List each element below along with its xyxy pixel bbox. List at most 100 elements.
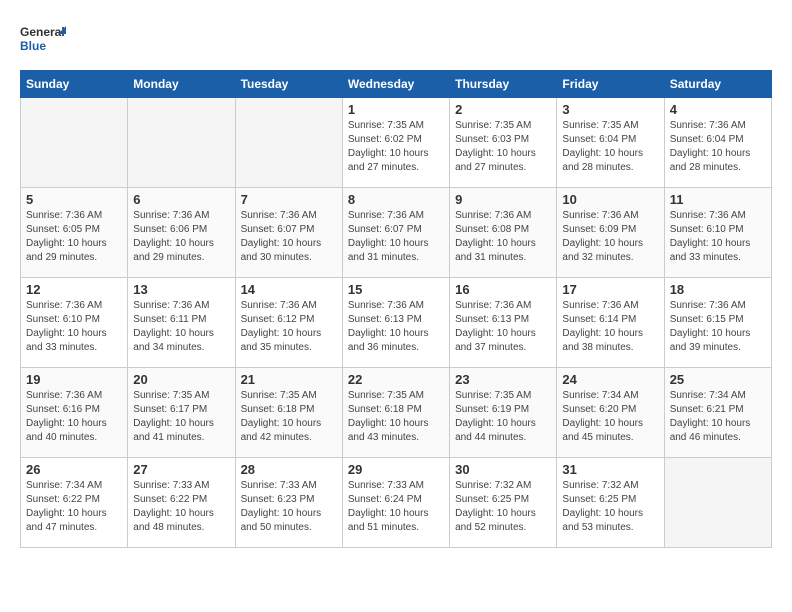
day-info: Sunrise: 7:35 AM Sunset: 6:17 PM Dayligh… [133, 389, 229, 445]
day-header-saturday: Saturday [664, 71, 771, 98]
day-cell: 23 Sunrise: 7:35 AM Sunset: 6:19 PM Dayli… [450, 368, 557, 458]
day-info: Sunrise: 7:36 AM Sunset: 6:15 PM Dayligh… [670, 299, 766, 355]
day-number: 23 [455, 372, 551, 387]
day-cell: 31 Sunrise: 7:32 AM Sunset: 6:25 PM Dayli… [557, 458, 664, 548]
day-number: 12 [26, 282, 122, 297]
day-info: Sunrise: 7:36 AM Sunset: 6:07 PM Dayligh… [241, 209, 337, 265]
logo: General Blue [20, 20, 70, 60]
header-row: SundayMondayTuesdayWednesdayThursdayFrid… [21, 71, 772, 98]
day-info: Sunrise: 7:32 AM Sunset: 6:25 PM Dayligh… [455, 479, 551, 535]
day-cell: 7 Sunrise: 7:36 AM Sunset: 6:07 PM Daylig… [235, 188, 342, 278]
week-row-3: 12 Sunrise: 7:36 AM Sunset: 6:10 PM Dayli… [21, 278, 772, 368]
day-cell [235, 98, 342, 188]
day-number: 1 [348, 102, 444, 117]
day-cell [128, 98, 235, 188]
day-info: Sunrise: 7:36 AM Sunset: 6:10 PM Dayligh… [26, 299, 122, 355]
day-number: 20 [133, 372, 229, 387]
day-number: 5 [26, 192, 122, 207]
day-number: 10 [562, 192, 658, 207]
day-number: 25 [670, 372, 766, 387]
day-info: Sunrise: 7:36 AM Sunset: 6:07 PM Dayligh… [348, 209, 444, 265]
day-number: 17 [562, 282, 658, 297]
logo-svg: General Blue [20, 20, 70, 60]
day-header-tuesday: Tuesday [235, 71, 342, 98]
day-number: 21 [241, 372, 337, 387]
week-row-5: 26 Sunrise: 7:34 AM Sunset: 6:22 PM Dayli… [21, 458, 772, 548]
day-number: 6 [133, 192, 229, 207]
day-info: Sunrise: 7:34 AM Sunset: 6:22 PM Dayligh… [26, 479, 122, 535]
day-info: Sunrise: 7:33 AM Sunset: 6:22 PM Dayligh… [133, 479, 229, 535]
week-row-2: 5 Sunrise: 7:36 AM Sunset: 6:05 PM Daylig… [21, 188, 772, 278]
day-cell: 10Sunrise: 7:36 AM Sunset: 6:09 PM Dayli… [557, 188, 664, 278]
day-cell: 28Sunrise: 7:33 AM Sunset: 6:23 PM Dayli… [235, 458, 342, 548]
day-info: Sunrise: 7:36 AM Sunset: 6:08 PM Dayligh… [455, 209, 551, 265]
calendar-table: SundayMondayTuesdayWednesdayThursdayFrid… [20, 70, 772, 548]
day-info: Sunrise: 7:36 AM Sunset: 6:14 PM Dayligh… [562, 299, 658, 355]
day-info: Sunrise: 7:33 AM Sunset: 6:24 PM Dayligh… [348, 479, 444, 535]
day-cell: 20 Sunrise: 7:35 AM Sunset: 6:17 PM Dayli… [128, 368, 235, 458]
day-number: 27 [133, 462, 229, 477]
day-number: 9 [455, 192, 551, 207]
day-number: 13 [133, 282, 229, 297]
day-cell: 5 Sunrise: 7:36 AM Sunset: 6:05 PM Daylig… [21, 188, 128, 278]
day-cell: 27 Sunrise: 7:33 AM Sunset: 6:22 PM Dayli… [128, 458, 235, 548]
day-number: 24 [562, 372, 658, 387]
day-info: Sunrise: 7:36 AM Sunset: 6:04 PM Dayligh… [670, 119, 766, 175]
day-info: Sunrise: 7:36 AM Sunset: 6:06 PM Dayligh… [133, 209, 229, 265]
day-info: Sunrise: 7:34 AM Sunset: 6:20 PM Dayligh… [562, 389, 658, 445]
day-number: 3 [562, 102, 658, 117]
day-cell: 19 Sunrise: 7:36 AM Sunset: 6:16 PM Dayli… [21, 368, 128, 458]
day-info: Sunrise: 7:32 AM Sunset: 6:25 PM Dayligh… [562, 479, 658, 535]
day-cell: 30 Sunrise: 7:32 AM Sunset: 6:25 PM Dayli… [450, 458, 557, 548]
day-cell: 18 Sunrise: 7:36 AM Sunset: 6:15 PM Dayli… [664, 278, 771, 368]
day-info: Sunrise: 7:35 AM Sunset: 6:19 PM Dayligh… [455, 389, 551, 445]
day-info: Sunrise: 7:35 AM Sunset: 6:18 PM Dayligh… [241, 389, 337, 445]
day-number: 7 [241, 192, 337, 207]
day-number: 11 [670, 192, 766, 207]
day-number: 15 [348, 282, 444, 297]
day-info: Sunrise: 7:35 AM Sunset: 6:04 PM Dayligh… [562, 119, 658, 175]
day-number: 2 [455, 102, 551, 117]
day-cell: 16 Sunrise: 7:36 AM Sunset: 6:13 PM Dayli… [450, 278, 557, 368]
day-cell: 11 Sunrise: 7:36 AM Sunset: 6:10 PM Dayli… [664, 188, 771, 278]
day-info: Sunrise: 7:36 AM Sunset: 6:11 PM Dayligh… [133, 299, 229, 355]
week-row-1: 1Sunrise: 7:35 AM Sunset: 6:02 PM Daylig… [21, 98, 772, 188]
day-info: Sunrise: 7:36 AM Sunset: 6:13 PM Dayligh… [348, 299, 444, 355]
day-header-thursday: Thursday [450, 71, 557, 98]
day-info: Sunrise: 7:36 AM Sunset: 6:05 PM Dayligh… [26, 209, 122, 265]
day-cell: 3 Sunrise: 7:35 AM Sunset: 6:04 PM Daylig… [557, 98, 664, 188]
day-number: 19 [26, 372, 122, 387]
day-cell: 1Sunrise: 7:35 AM Sunset: 6:02 PM Daylig… [342, 98, 449, 188]
day-number: 30 [455, 462, 551, 477]
day-info: Sunrise: 7:33 AM Sunset: 6:23 PM Dayligh… [241, 479, 337, 535]
day-cell: 2 Sunrise: 7:35 AM Sunset: 6:03 PM Daylig… [450, 98, 557, 188]
day-number: 22 [348, 372, 444, 387]
day-cell: 15 Sunrise: 7:36 AM Sunset: 6:13 PM Dayli… [342, 278, 449, 368]
day-info: Sunrise: 7:35 AM Sunset: 6:03 PM Dayligh… [455, 119, 551, 175]
day-cell: 14 Sunrise: 7:36 AM Sunset: 6:12 PM Dayli… [235, 278, 342, 368]
day-number: 26 [26, 462, 122, 477]
day-cell: 22 Sunrise: 7:35 AM Sunset: 6:18 PM Dayli… [342, 368, 449, 458]
day-info: Sunrise: 7:36 AM Sunset: 6:12 PM Dayligh… [241, 299, 337, 355]
day-number: 8 [348, 192, 444, 207]
day-cell [21, 98, 128, 188]
day-number: 16 [455, 282, 551, 297]
day-header-sunday: Sunday [21, 71, 128, 98]
day-info: Sunrise: 7:36 AM Sunset: 6:16 PM Dayligh… [26, 389, 122, 445]
page-header: General Blue [20, 20, 772, 60]
day-cell: 24 Sunrise: 7:34 AM Sunset: 6:20 PM Dayli… [557, 368, 664, 458]
day-header-monday: Monday [128, 71, 235, 98]
day-number: 31 [562, 462, 658, 477]
day-cell: 26 Sunrise: 7:34 AM Sunset: 6:22 PM Dayli… [21, 458, 128, 548]
day-cell: 12 Sunrise: 7:36 AM Sunset: 6:10 PM Dayli… [21, 278, 128, 368]
day-info: Sunrise: 7:35 AM Sunset: 6:18 PM Dayligh… [348, 389, 444, 445]
day-info: Sunrise: 7:36 AM Sunset: 6:13 PM Dayligh… [455, 299, 551, 355]
day-number: 4 [670, 102, 766, 117]
day-info: Sunrise: 7:36 AM Sunset: 6:10 PM Dayligh… [670, 209, 766, 265]
day-number: 14 [241, 282, 337, 297]
day-header-wednesday: Wednesday [342, 71, 449, 98]
day-cell: 8 Sunrise: 7:36 AM Sunset: 6:07 PM Daylig… [342, 188, 449, 278]
day-cell: 21 Sunrise: 7:35 AM Sunset: 6:18 PM Dayli… [235, 368, 342, 458]
day-number: 18 [670, 282, 766, 297]
day-cell [664, 458, 771, 548]
